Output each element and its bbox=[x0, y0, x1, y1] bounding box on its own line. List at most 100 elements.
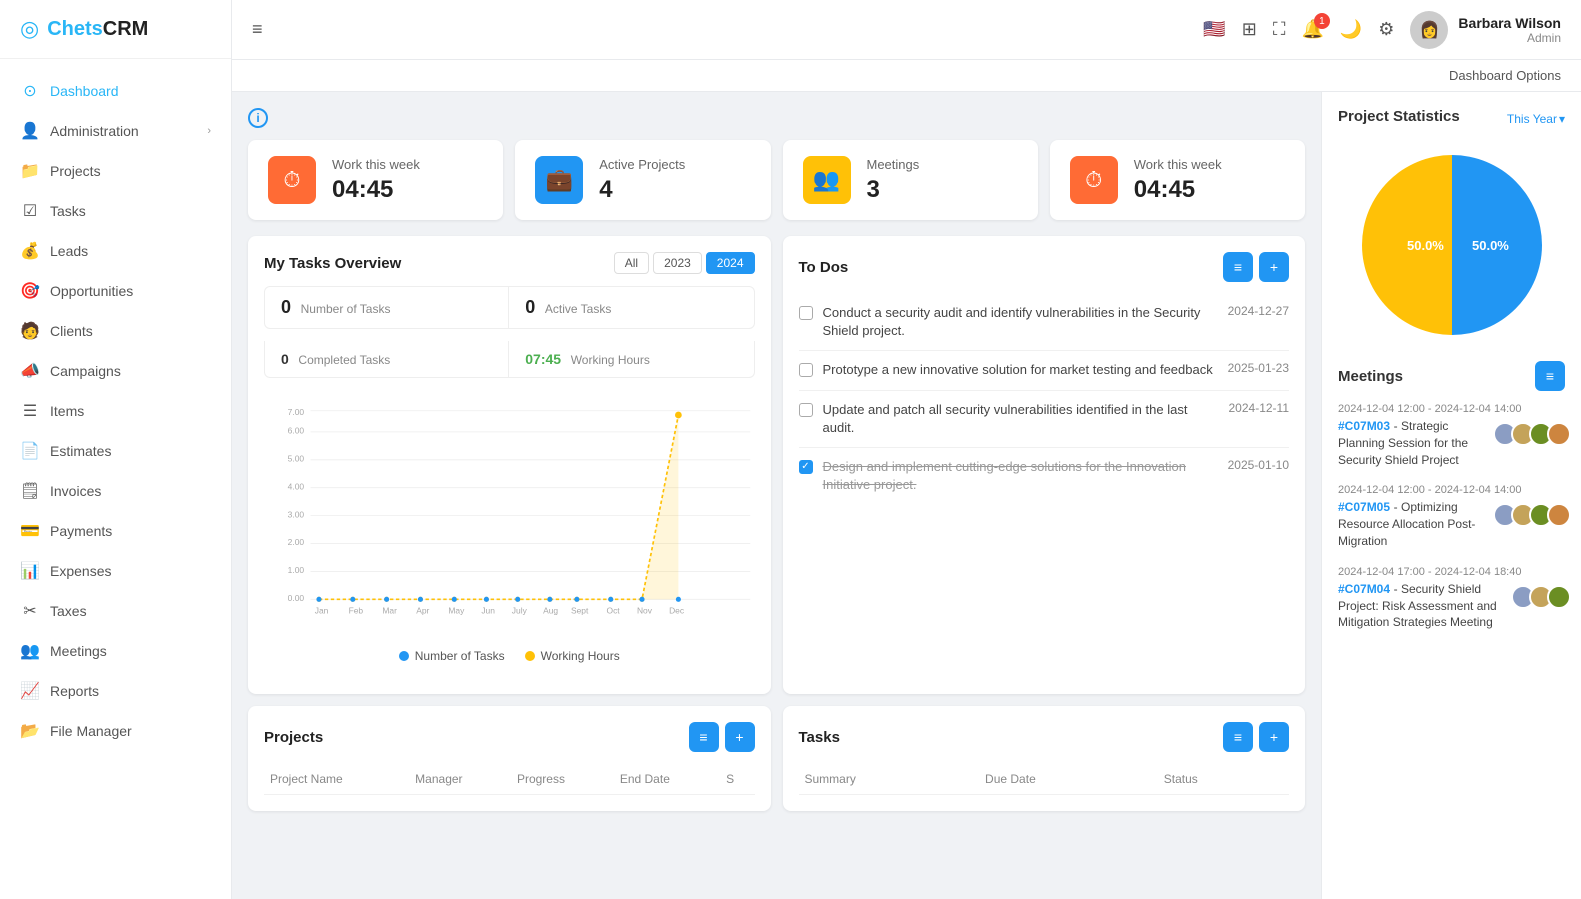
period-select[interactable]: This Year ▾ bbox=[1507, 112, 1565, 126]
sidebar-item-label: Payments bbox=[50, 523, 112, 539]
sidebar-nav: ⊙ Dashboard 👤 Administration › 📁 Project… bbox=[0, 59, 231, 899]
stat-card-work-week-1: ⏱ Work this week 04:45 bbox=[248, 140, 503, 220]
svg-text:Mar: Mar bbox=[382, 606, 397, 616]
settings-icon[interactable]: ⚙ bbox=[1378, 19, 1394, 40]
tasks-stat-active: 0 Active Tasks bbox=[509, 287, 753, 328]
todo-checkbox-2[interactable] bbox=[799, 363, 813, 377]
projects-table-header: Project Name Manager Progress End Date S bbox=[264, 764, 755, 795]
sidebar-item-taxes[interactable]: ✂ Taxes bbox=[0, 591, 231, 631]
svg-text:2.00: 2.00 bbox=[288, 537, 305, 547]
sidebar-item-campaigns[interactable]: 📣 Campaigns bbox=[0, 351, 231, 391]
sidebar-item-label: Dashboard bbox=[50, 83, 119, 99]
todo-item: ✓ Design and implement cutting-edge solu… bbox=[799, 448, 1290, 504]
col-summary: Summary bbox=[799, 764, 980, 795]
tasks-list-button[interactable]: ≡ bbox=[1223, 722, 1253, 752]
user-profile[interactable]: 👩 Barbara Wilson Admin bbox=[1410, 11, 1561, 49]
sidebar-item-dashboard[interactable]: ⊙ Dashboard bbox=[0, 71, 231, 111]
sidebar-item-clients[interactable]: 🧑 Clients bbox=[0, 311, 231, 351]
sidebar-item-label: Projects bbox=[50, 163, 101, 179]
hamburger-button[interactable]: ≡ bbox=[252, 19, 263, 40]
logo-text: ChetsCRM bbox=[47, 18, 148, 41]
sidebar-item-label: Invoices bbox=[50, 483, 101, 499]
svg-text:Aug: Aug bbox=[543, 606, 558, 616]
tasks-active-label: Active Tasks bbox=[545, 302, 611, 316]
col-task-status: Status bbox=[1158, 764, 1289, 795]
meeting-item-1: 2024-12-04 12:00 - 2024-12-04 14:00 #C07… bbox=[1338, 403, 1565, 468]
sidebar-item-projects[interactable]: 📁 Projects bbox=[0, 151, 231, 191]
sidebar-item-administration[interactable]: 👤 Administration › bbox=[0, 111, 231, 151]
stat-icon-clock-1: ⏱ bbox=[268, 156, 316, 204]
expenses-icon: 📊 bbox=[20, 561, 40, 581]
meeting-code-2[interactable]: #C07M05 bbox=[1338, 500, 1390, 514]
avatar: 👩 bbox=[1410, 11, 1448, 49]
meeting-code-1[interactable]: #C07M03 bbox=[1338, 419, 1390, 433]
svg-text:July: July bbox=[512, 606, 528, 616]
flag-icon[interactable]: 🇺🇸 bbox=[1203, 19, 1225, 40]
sidebar-item-opportunities[interactable]: 🎯 Opportunities bbox=[0, 271, 231, 311]
sidebar-item-label: Reports bbox=[50, 683, 99, 699]
tasks-completed-label: Completed Tasks bbox=[298, 353, 390, 367]
projects-add-button[interactable]: + bbox=[725, 722, 755, 752]
info-icon[interactable]: i bbox=[248, 108, 268, 128]
tasks-bottom-title: Tasks bbox=[799, 729, 840, 746]
notification-badge: 1 bbox=[1314, 13, 1330, 29]
svg-text:50.0%: 50.0% bbox=[1472, 238, 1509, 253]
notification-icon[interactable]: 🔔 1 bbox=[1301, 19, 1323, 40]
right-sidebar: Project Statistics This Year ▾ 50.0% bbox=[1321, 92, 1581, 899]
topbar: ≡ 🇺🇸 ⊞ ⛶ 🔔 1 🌙 ⚙ 👩 Barbara Wilson Admin bbox=[232, 0, 1581, 60]
tasks-icon: ☑ bbox=[20, 201, 40, 221]
todos-add-button[interactable]: + bbox=[1259, 252, 1289, 282]
fullscreen-icon[interactable]: ⛶ bbox=[1273, 19, 1286, 40]
todos-list-button[interactable]: ≡ bbox=[1223, 252, 1253, 282]
projects-list-button[interactable]: ≡ bbox=[689, 722, 719, 752]
tasks-add-button[interactable]: + bbox=[1259, 722, 1289, 752]
dark-mode-icon[interactable]: 🌙 bbox=[1340, 19, 1362, 40]
projects-table: Project Name Manager Progress End Date S bbox=[264, 764, 755, 795]
filter-2023-button[interactable]: 2023 bbox=[653, 252, 702, 274]
stat-card-active-projects: 💼 Active Projects 4 bbox=[515, 140, 770, 220]
filter-all-button[interactable]: All bbox=[614, 252, 649, 274]
sidebar-item-expenses[interactable]: 📊 Expenses bbox=[0, 551, 231, 591]
sidebar-item-estimates[interactable]: 📄 Estimates bbox=[0, 431, 231, 471]
sidebar-item-leads[interactable]: 💰 Leads bbox=[0, 231, 231, 271]
todo-text-3: Update and patch all security vulnerabil… bbox=[823, 401, 1219, 437]
stat-card-work-week-2: ⏱ Work this week 04:45 bbox=[1050, 140, 1305, 220]
filter-2024-button[interactable]: 2024 bbox=[706, 252, 755, 274]
dashboard-options-button[interactable]: Dashboard Options bbox=[1449, 68, 1561, 83]
sidebar-item-invoices[interactable]: 🗒 Invoices bbox=[0, 471, 231, 511]
todo-checkbox-4[interactable]: ✓ bbox=[799, 460, 813, 474]
meeting-item-2: 2024-12-04 12:00 - 2024-12-04 14:00 #C07… bbox=[1338, 484, 1565, 549]
meetings-header: Meetings ≡ bbox=[1338, 361, 1565, 391]
meeting-item-3: 2024-12-04 17:00 - 2024-12-04 18:40 #C07… bbox=[1338, 566, 1565, 631]
todo-date-3: 2024-12-11 bbox=[1229, 401, 1290, 415]
stat-value-3: 3 bbox=[867, 176, 920, 204]
meetings-list-button[interactable]: ≡ bbox=[1535, 361, 1565, 391]
svg-text:Nov: Nov bbox=[637, 606, 653, 616]
tasks-stat-completed: 0 Completed Tasks bbox=[265, 341, 509, 377]
file-manager-icon: 📂 bbox=[20, 721, 40, 741]
svg-text:Oct: Oct bbox=[607, 606, 621, 616]
opportunities-icon: 🎯 bbox=[20, 281, 40, 301]
sidebar-item-payments[interactable]: 💳 Payments bbox=[0, 511, 231, 551]
stat-icon-clock-2: ⏱ bbox=[1070, 156, 1118, 204]
grid-icon[interactable]: ⊞ bbox=[1242, 19, 1257, 40]
svg-text:Jun: Jun bbox=[481, 606, 495, 616]
sidebar-item-items[interactable]: ☰ Items bbox=[0, 391, 231, 431]
sidebar-item-tasks[interactable]: ☑ Tasks bbox=[0, 191, 231, 231]
logo[interactable]: ◎ ChetsCRM bbox=[0, 0, 231, 59]
sidebar-item-file-manager[interactable]: 📂 File Manager bbox=[0, 711, 231, 751]
col-due-date: Due Date bbox=[979, 764, 1158, 795]
tasks-table: Summary Due Date Status bbox=[799, 764, 1290, 795]
sidebar-item-meetings[interactable]: 👥 Meetings bbox=[0, 631, 231, 671]
content-area: i ⏱ Work this week 04:45 💼 Active Projec… bbox=[232, 92, 1581, 899]
tasks-stats-bottom: 0 Completed Tasks 07:45 Working Hours bbox=[264, 341, 755, 378]
sidebar-item-label: Taxes bbox=[50, 603, 87, 619]
meeting-avatar bbox=[1547, 422, 1571, 446]
sidebar-item-reports[interactable]: 📈 Reports bbox=[0, 671, 231, 711]
col-progress: Progress bbox=[511, 764, 614, 795]
topbar-right: 🇺🇸 ⊞ ⛶ 🔔 1 🌙 ⚙ 👩 Barbara Wilson Admin bbox=[1203, 11, 1561, 49]
meeting-avatars-3 bbox=[1511, 585, 1565, 609]
todo-checkbox-1[interactable] bbox=[799, 306, 813, 320]
meeting-code-3[interactable]: #C07M04 bbox=[1338, 582, 1390, 596]
todo-checkbox-3[interactable] bbox=[799, 403, 813, 417]
